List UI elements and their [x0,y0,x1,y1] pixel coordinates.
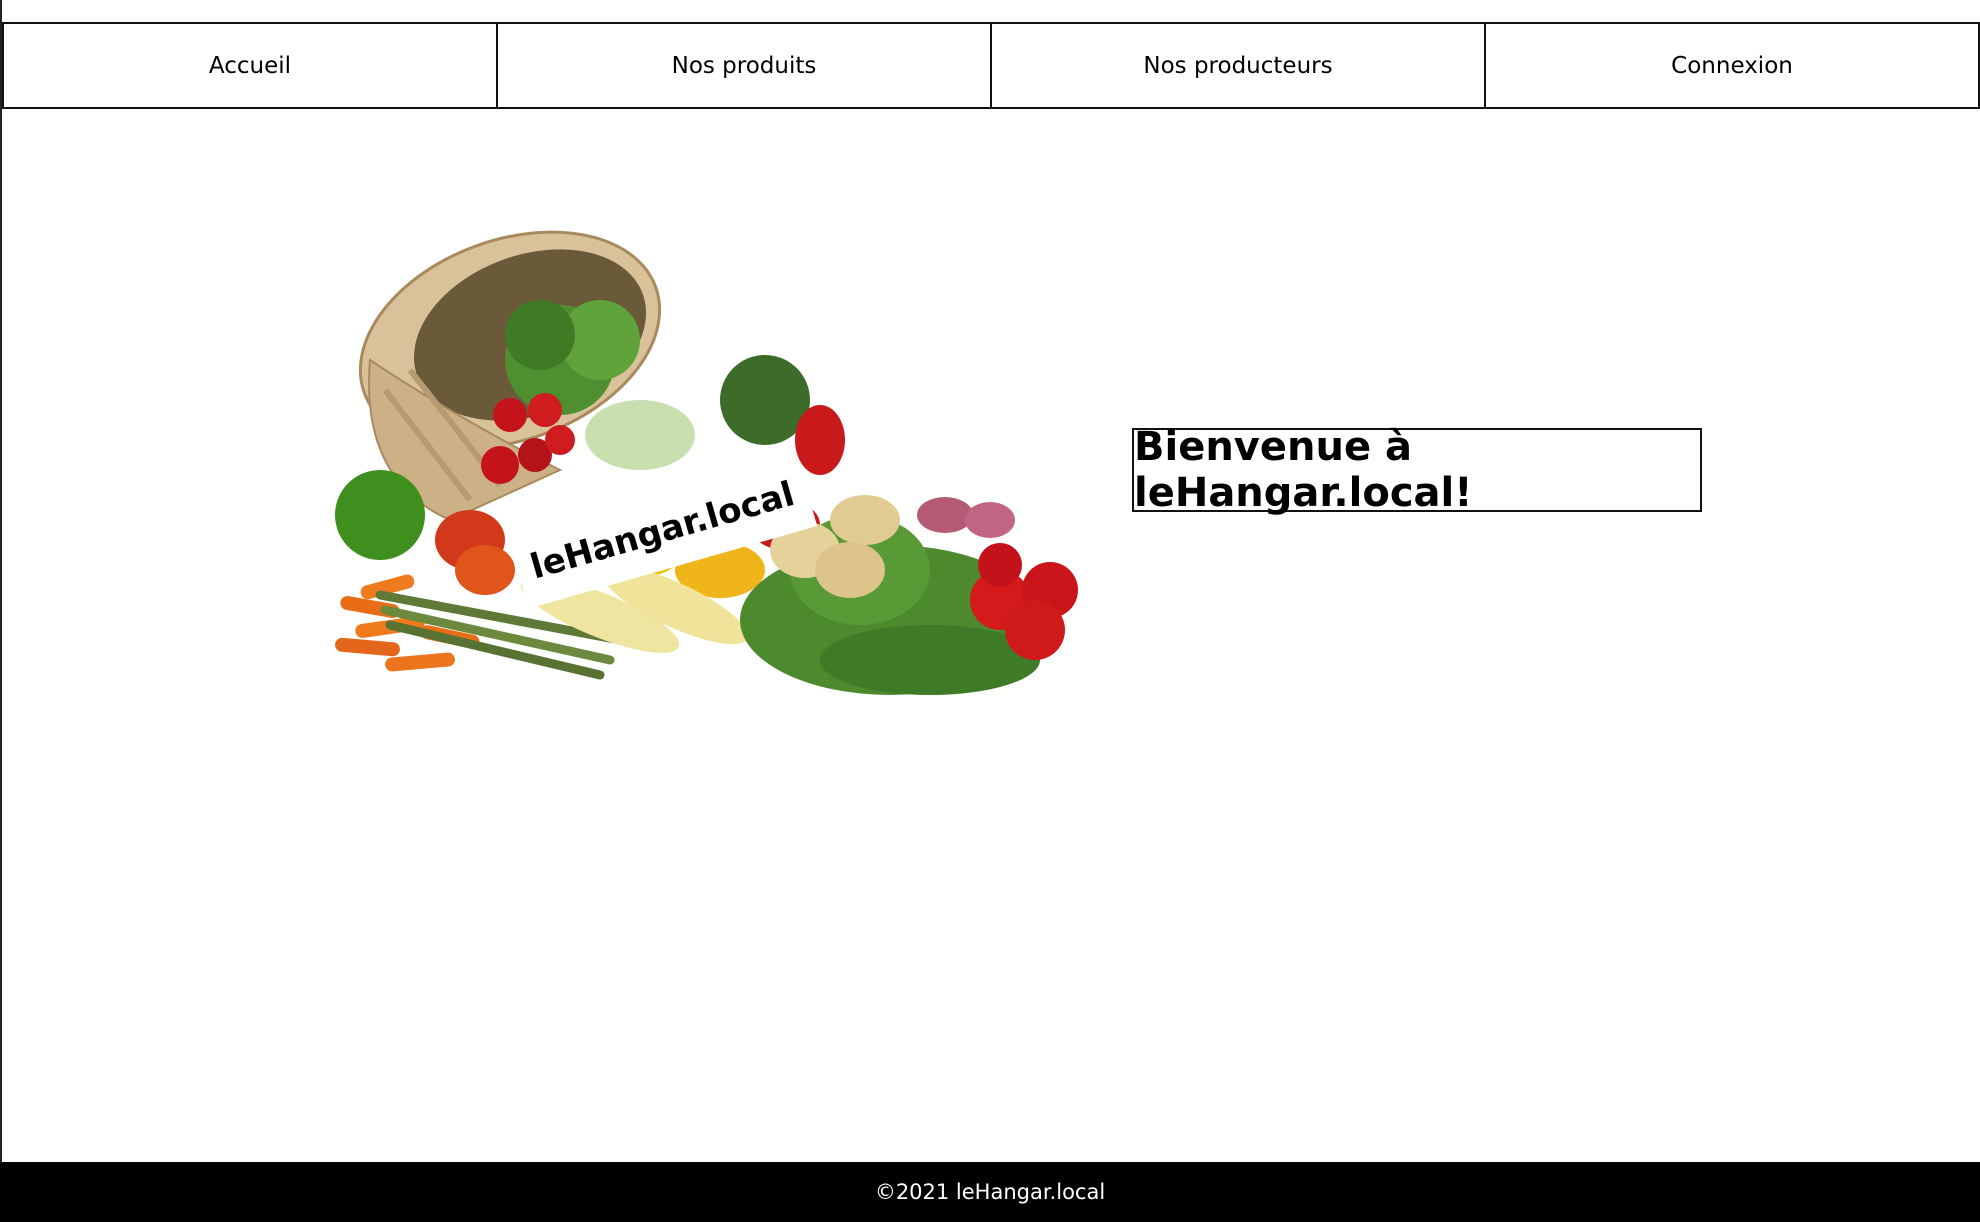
green-pepper-icon [335,470,425,560]
main-navigation: Accueil Nos produits Nos producteurs Con… [2,22,1980,109]
hero-vegetable-basket-image: leHangar.local [330,220,1100,720]
page-left-border [0,0,2,1162]
footer: ©2021 leHangar.local [0,1162,1980,1222]
welcome-title: Bienvenue à leHangar.local! [1132,424,1702,516]
nav-item-connexion[interactable]: Connexion [1484,22,1980,109]
nav-item-accueil[interactable]: Accueil [2,22,498,109]
vegetable-basket-illustration: leHangar.local [335,230,1078,695]
nav-item-nos-producteurs[interactable]: Nos producteurs [990,22,1486,109]
footer-copyright: ©2021 leHangar.local [874,1180,1106,1204]
lettuce-icon [505,300,640,415]
cabbage-icon [585,400,695,470]
nav-item-nos-produits[interactable]: Nos produits [496,22,992,109]
